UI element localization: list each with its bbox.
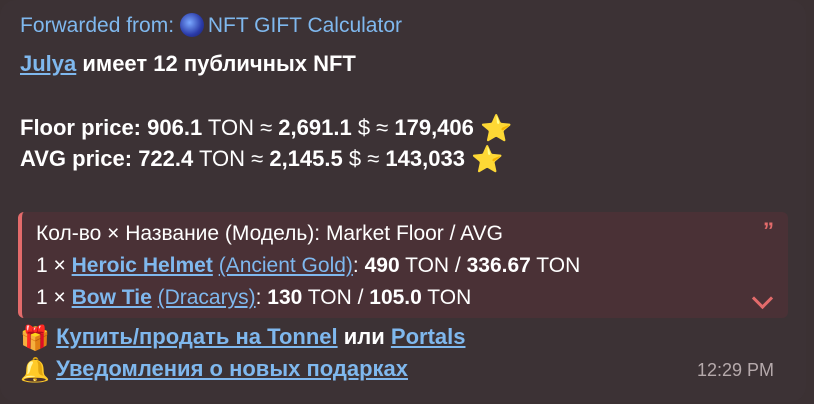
list-item: 1 × Heroic Helmet (Ancient Gold): 490 TO… [36,254,581,277]
owner-line: Julya имеет 12 публичных NFT [20,50,356,78]
owner-link[interactable]: Julya [20,51,76,76]
item-avg: 105.0 [369,286,422,309]
notify-line: 🔔 Уведомления о новых подарках [20,355,408,385]
floor-price-line: Floor price: 906.1 TON ≈ 2,691.1 $ ≈ 179… [20,114,512,142]
item-count: 1 × [36,286,66,309]
quote-icon: ” [763,218,774,243]
forward-source[interactable]: NFT GIFT Calculator [208,14,402,37]
buy-sell-line: 🎁 Купить/продать на Tonnel или Portals [20,323,465,353]
floor-usd-unit: $ ≈ [357,115,389,140]
floor-ton-unit: TON ≈ [207,115,273,140]
avg-price-line: AVG price: 722.4 TON ≈ 2,145.5 $ ≈ 143,0… [20,145,503,173]
star-icon: ⭐ [471,144,504,174]
item-avg: 336.67 [466,254,531,277]
quote-header: Кол-во × Название (Модель): Market Floor… [36,222,503,245]
unit-end: TON [427,286,472,309]
avg-stars: 143,033 [385,146,465,171]
item-floor: 130 [267,286,303,309]
or-text: или [343,324,385,349]
avg-usd-unit: $ ≈ [348,146,380,171]
bell-icon: 🔔 [20,357,50,384]
item-floor: 490 [364,254,400,277]
gift-link[interactable]: Bow Tie [72,286,152,309]
forward-prefix: Forwarded from: [20,14,175,37]
forwarded-header[interactable]: Forwarded from: NFT GIFT Calculator [20,12,402,40]
channel-avatar-icon [179,13,204,37]
item-count: 1 × [36,254,66,277]
floor-label: Floor price: [20,115,142,140]
floor-ton: 906.1 [147,115,203,140]
message-timestamp: 12:29 PM [696,360,774,380]
portals-link[interactable]: Portals [391,324,466,349]
avg-label: AVG price: [20,146,133,171]
chevron-down-icon[interactable] [751,287,774,310]
gift-link[interactable]: Heroic Helmet [72,254,213,277]
unit-sep: TON / [405,254,461,277]
buy-sell-link[interactable]: Купить/продать на Tonnel [56,324,337,349]
gift-icon: 🎁 [20,325,50,352]
floor-stars: 179,406 [394,115,474,140]
notify-link[interactable]: Уведомления о новых подарках [56,356,408,381]
avg-ton-unit: TON ≈ [198,146,264,171]
avg-ton: 722.4 [138,146,194,171]
message-bubble: Forwarded from: NFT GIFT Calculator July… [0,0,806,402]
gift-model-link[interactable]: (Ancient Gold) [219,254,353,277]
expandable-quote[interactable]: ” Кол-во × Название (Модель): Market Flo… [18,212,788,318]
avg-usd: 2,145.5 [269,146,343,171]
list-item: 1 × Bow Tie (Dracarys): 130 TON / 105.0 … [36,286,472,309]
unit-sep: TON / [307,286,364,309]
owner-text: имеет 12 публичных NFT [82,51,356,76]
gift-model-link[interactable]: (Dracarys) [158,286,256,309]
unit-end: TON [536,254,581,277]
star-icon: ⭐ [480,113,513,143]
floor-usd: 2,691.1 [278,115,352,140]
